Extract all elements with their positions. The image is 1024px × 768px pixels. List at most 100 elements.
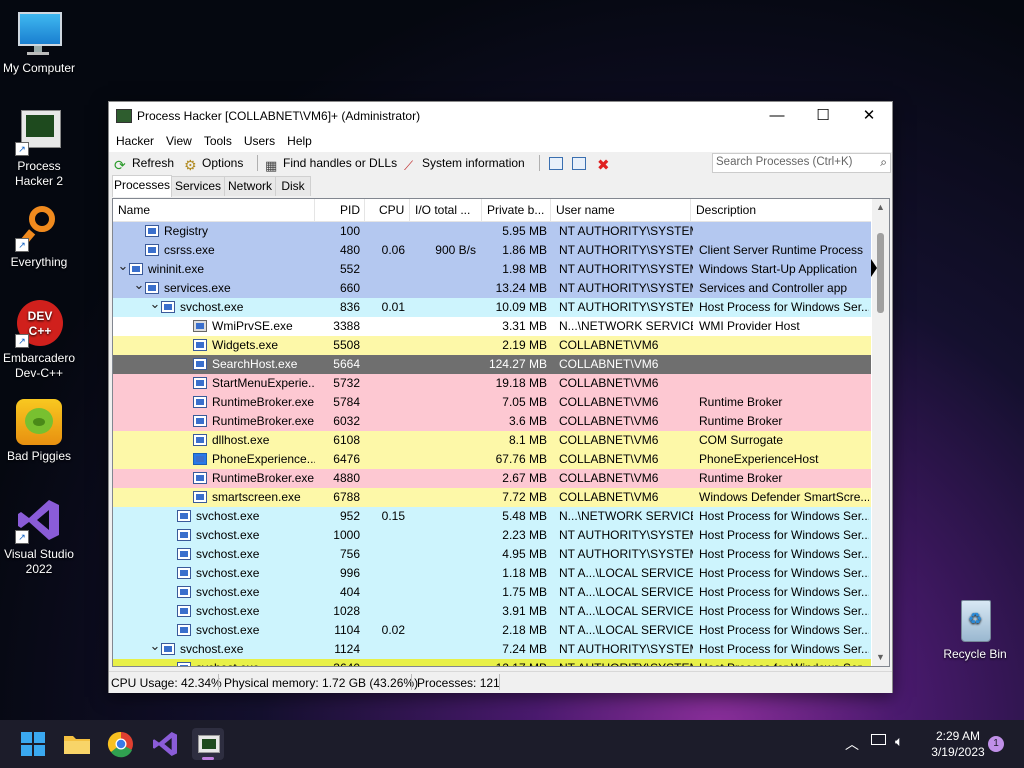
expand-chevron-icon[interactable]: ⌄ (135, 279, 145, 291)
process-cpu (365, 469, 405, 488)
expand-chevron-icon[interactable]: ⌄ (151, 298, 161, 310)
desktop-icon-my-computer[interactable]: My Computer (0, 10, 78, 76)
window-icon-button[interactable] (549, 155, 567, 171)
process-user-name: N...\NETWORK SERVICE (559, 509, 693, 523)
table-row[interactable]: Widgets.exe 5508 2.19 MB COLLABNET\VM6 (113, 336, 871, 355)
process-private-bytes: 10.09 MB (495, 300, 547, 314)
minimize-button[interactable]: — (754, 102, 800, 130)
tab-disk[interactable]: Disk (275, 176, 311, 196)
chrome-button[interactable] (105, 728, 137, 760)
table-row[interactable]: svchost.exe 1000 2.23 MB NT AUTHORITY\SYSTE… (113, 526, 871, 545)
process-description: Host Process for Windows Ser... (699, 604, 869, 618)
table-row[interactable]: StartMenuExperie... 5732 19.18 MB COLLABNET… (113, 374, 871, 393)
menu-help[interactable]: Help (281, 130, 318, 152)
process-tree[interactable]: Name PID CPU I/O total ... Private b... … (112, 198, 890, 667)
close-button[interactable]: ✕ (846, 102, 892, 130)
visual-studio-taskbar-button[interactable] (149, 728, 181, 760)
process-description (699, 222, 869, 241)
table-row[interactable]: SearchHost.exe 5664 124.27 MB COLLABNET\VM6 (113, 355, 871, 374)
show-hidden-icons-chevron-icon[interactable]: ︿ (845, 734, 859, 754)
column-header-name[interactable]: Name (113, 199, 315, 221)
table-row[interactable]: dllhost.exe 6108 8.1 MB COLLABNET\VM6 COM Su… (113, 431, 871, 450)
table-row[interactable]: RuntimeBroker.exe 5784 7.05 MB COLLABNET\VM… (113, 393, 871, 412)
table-row[interactable]: smartscreen.exe 6788 7.72 MB COLLABNET\VM6 W… (113, 488, 871, 507)
table-row[interactable]: svchost.exe 1028 3.91 MB NT A...\LOCAL SERV… (113, 602, 871, 621)
menu-view[interactable]: View (160, 130, 198, 152)
title-bar[interactable]: Process Hacker [COLLABNET\VM6]+ (Adminis… (109, 102, 892, 130)
volume-icon[interactable]: 🔈︎ (895, 733, 903, 750)
table-row[interactable]: ⌄ services.exe 660 13.24 MB NT AUTHORITY\SYS… (113, 279, 871, 298)
network-icon[interactable] (871, 734, 886, 745)
tab-processes[interactable]: Processes (112, 175, 172, 197)
table-row[interactable]: svchost.exe 3640 12.17 MB NT AUTHORITY\SYST… (113, 659, 871, 666)
notification-badge[interactable]: 1 (988, 736, 1004, 752)
desktop-icon-bad-piggies[interactable]: Bad Piggies (0, 398, 78, 464)
table-row[interactable]: WmiPrvSE.exe 3388 3.31 MB N...\NETWORK SERV… (113, 317, 871, 336)
go-to-window-button[interactable] (572, 155, 590, 171)
process-name-cell: WmiPrvSE.exe (183, 317, 315, 336)
terminate-button[interactable]: ✖ (597, 155, 615, 173)
table-row[interactable]: RuntimeBroker.exe 4880 2.67 MB COLLABNET\VM… (113, 469, 871, 488)
process-name-cell: Widgets.exe (183, 336, 315, 355)
tab-network[interactable]: Network (224, 176, 276, 196)
table-row[interactable]: ⌄ wininit.exe 552 1.98 MB NT AUTHORITY\SYSTE… (113, 260, 871, 279)
process-name: Widgets.exe (212, 338, 279, 352)
process-name: PhoneExperience... (212, 452, 315, 466)
table-row[interactable]: svchost.exe 996 1.18 MB NT A...\LOCAL SERVI… (113, 564, 871, 583)
menu-users[interactable]: Users (238, 130, 281, 152)
table-row[interactable]: Registry 100 5.95 MB NT AUTHORITY\SYSTEM (113, 222, 871, 241)
table-row[interactable]: RuntimeBroker.exe 6032 3.6 MB COLLABNET\VM6… (113, 412, 871, 431)
table-row[interactable]: csrss.exe 480 0.06 900 B/s 1.86 MB NT AUTHORI… (113, 241, 871, 260)
process-private-bytes: 67.76 MB (495, 452, 547, 466)
table-row[interactable]: ⌄ svchost.exe 1124 7.24 MB NT AUTHORITY\SYST… (113, 640, 871, 659)
column-header-description[interactable]: Description (691, 199, 871, 221)
tab-services[interactable]: Services (171, 176, 225, 196)
column-header-private-bytes[interactable]: Private b... (482, 199, 551, 221)
search-processes-input[interactable]: Search Processes (Ctrl+K) ⌕ (712, 153, 891, 173)
system-information-button[interactable]: ⟋ System information (404, 155, 525, 173)
scroll-up-arrow-icon[interactable]: ▲ (872, 199, 889, 216)
process-window-icon (129, 263, 143, 275)
scroll-down-arrow-icon[interactable]: ▼ (872, 649, 889, 666)
process-description: Services and Controller app (699, 281, 848, 295)
process-description: WMI Provider Host (699, 319, 800, 333)
process-hacker-taskbar-button[interactable] (192, 728, 224, 760)
desktop-icon-process-hacker[interactable]: ↗ Process Hacker 2 (0, 108, 78, 189)
desktop-icon-devcpp[interactable]: DEV C++ ↗ Embarcadero Dev-C++ (0, 300, 78, 381)
desktop-icon-visual-studio[interactable]: ↗ Visual Studio 2022 (0, 496, 78, 577)
table-row[interactable]: PhoneExperience... 6476 67.76 MB COLLABNET\… (113, 450, 871, 469)
table-row[interactable]: ⌄ svchost.exe 836 0.01 10.09 MB NT AUTHORITY\… (113, 298, 871, 317)
column-headers: Name PID CPU I/O total ... Private b... … (113, 199, 871, 222)
expand-chevron-icon[interactable]: ⌄ (151, 640, 161, 652)
table-row[interactable]: svchost.exe 1104 0.02 2.18 MB NT A...\LOCAL … (113, 621, 871, 640)
process-cpu (365, 355, 405, 374)
menu-hacker[interactable]: Hacker (110, 130, 160, 152)
window-title: Process Hacker [COLLABNET\VM6]+ (Adminis… (137, 109, 421, 123)
process-description: Windows Start-Up Application (699, 262, 858, 276)
file-explorer-button[interactable] (61, 728, 93, 760)
options-button[interactable]: ⚙ Options (184, 155, 243, 172)
table-row[interactable]: svchost.exe 404 1.75 MB NT A...\LOCAL SERVI… (113, 583, 871, 602)
desktop-icon-everything[interactable]: ↗ Everything (0, 204, 78, 270)
process-name-cell: RuntimeBroker.exe (183, 412, 315, 431)
maximize-button[interactable]: ☐ (800, 102, 846, 130)
expand-chevron-icon[interactable]: ⌄ (119, 260, 129, 272)
column-header-io-total[interactable]: I/O total ... (410, 199, 482, 221)
table-row[interactable]: svchost.exe 756 4.95 MB NT AUTHORITY\SYSTEM… (113, 545, 871, 564)
column-header-user-name[interactable]: User name (551, 199, 691, 221)
find-handles-button[interactable]: ▦ Find handles or DLLs (265, 155, 397, 173)
start-button[interactable] (17, 728, 49, 760)
scroll-thumb[interactable] (877, 233, 884, 313)
refresh-label: Refresh (132, 156, 175, 170)
window-arrow-icon (572, 157, 586, 170)
column-header-pid[interactable]: PID (315, 199, 365, 221)
menu-tools[interactable]: Tools (198, 130, 238, 152)
clock[interactable]: 2:29 AM 3/19/2023 (930, 729, 986, 759)
process-name-cell: svchost.exe (167, 545, 315, 564)
column-header-cpu[interactable]: CPU (365, 199, 410, 221)
table-row[interactable]: svchost.exe 952 0.15 5.48 MB N...\NETWORK SE… (113, 507, 871, 526)
process-private-bytes: 1.75 MB (502, 585, 547, 599)
refresh-button[interactable]: ⟳ Refresh (114, 155, 175, 172)
process-name-cell: svchost.exe (167, 507, 315, 526)
desktop-icon-recycle-bin[interactable]: ♻ Recycle Bin (936, 596, 1014, 662)
